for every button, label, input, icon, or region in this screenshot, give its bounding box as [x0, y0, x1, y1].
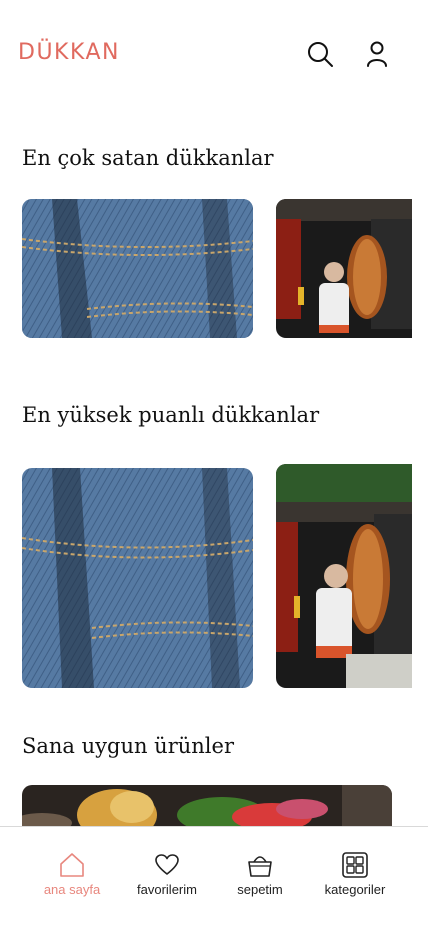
- app-header: DÜKKAN: [0, 0, 428, 100]
- shop-card-denim[interactable]: [22, 199, 253, 338]
- nav-label-categories: kategoriler: [324, 882, 386, 897]
- nav-item-categories[interactable]: kategoriler: [305, 827, 405, 907]
- denim-image: [22, 468, 253, 688]
- nav-label-favorites: favorilerim: [137, 882, 197, 897]
- shop-card-doner-large[interactable]: [276, 464, 412, 688]
- section-title-best-sellers: En çok satan dükkanlar: [22, 146, 274, 170]
- user-icon[interactable]: [363, 40, 391, 68]
- bottom-nav: ana sayfa favorilerim sepetim kategorile…: [0, 826, 428, 926]
- food-image: [22, 785, 392, 826]
- nav-label-basket: sepetim: [237, 882, 283, 897]
- product-card-food[interactable]: [22, 785, 392, 826]
- heart-icon: [155, 854, 179, 875]
- app-logo[interactable]: DÜKKAN: [18, 40, 120, 65]
- section-title-top-rated: En yüksek puanlı dükkanlar: [22, 403, 320, 427]
- denim-image: [22, 199, 253, 338]
- doner-image: [276, 199, 412, 338]
- nav-item-basket[interactable]: sepetim: [210, 827, 310, 907]
- grid-icon: [342, 852, 368, 878]
- search-icon[interactable]: [306, 40, 334, 68]
- nav-label-home: ana sayfa: [43, 882, 101, 897]
- nav-item-home[interactable]: ana sayfa: [22, 827, 122, 907]
- nav-item-favorites[interactable]: favorilerim: [117, 827, 217, 907]
- section-title-for-you: Sana uygun ürünler: [22, 734, 234, 758]
- home-icon: [60, 853, 84, 877]
- shop-card-doner[interactable]: [276, 199, 412, 338]
- doner-image: [276, 464, 412, 688]
- basket-icon: [248, 856, 272, 877]
- shop-card-denim-large[interactable]: [22, 468, 253, 688]
